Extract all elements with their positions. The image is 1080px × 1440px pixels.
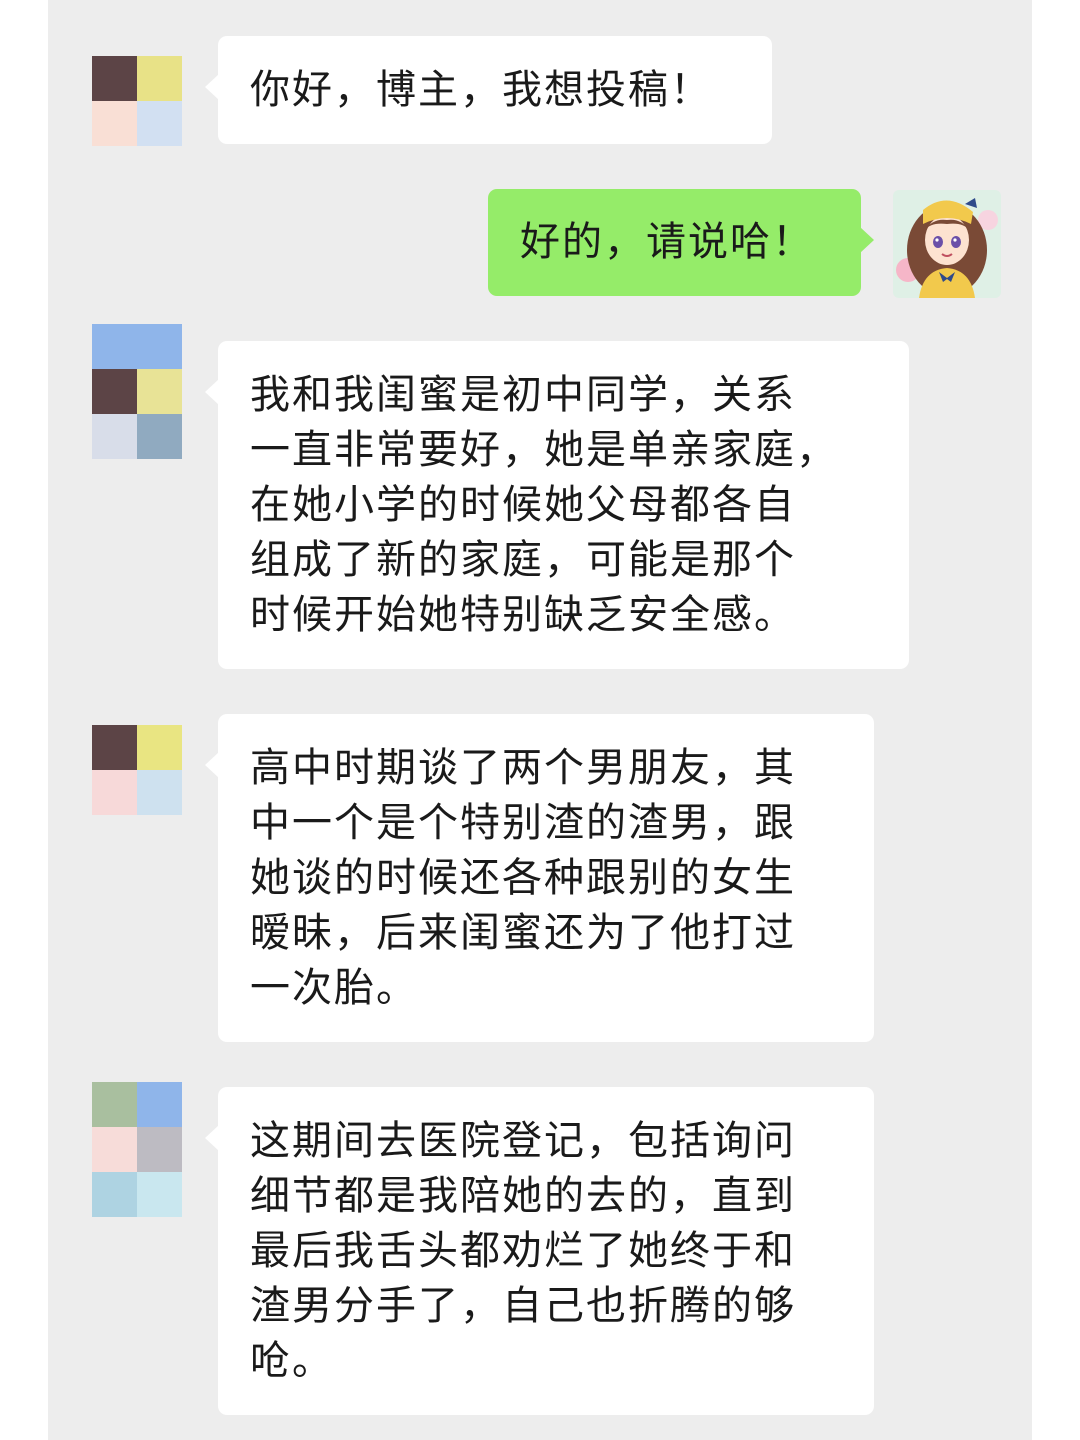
avatar-mosaic-tile — [92, 369, 137, 414]
incoming-message-bubble[interactable]: 我和我闺蜜是初中同学，关系 一直非常要好，她是单亲家庭， 在她小学的时候她父母都… — [205, 341, 909, 669]
message-text-line: 一次胎。 — [250, 965, 418, 1011]
message-text-line: 你好，博主，我想投稿！ — [250, 67, 712, 113]
incoming-message-bubble[interactable]: 高中时期谈了两个男朋友，其 中一个是个特别渣的渣男，跟 她谈的时候还各种跟别的女… — [205, 714, 874, 1042]
avatar-mosaic-tile — [92, 101, 137, 146]
avatar-mosaic-tile — [92, 1127, 137, 1172]
message-text-line: 暧昧，后来闺蜜还为了他打过 — [250, 910, 796, 956]
message-text-line: 好的，请说哈！ — [520, 219, 814, 265]
friend-avatar[interactable] — [92, 324, 182, 459]
message-text-line: 渣男分手了，自己也折腾的够 — [250, 1283, 796, 1329]
avatar-mosaic-tile — [92, 770, 137, 815]
avatar-mosaic-tile — [137, 725, 182, 770]
avatar-mosaic-tile — [92, 1172, 137, 1217]
message-text-line: 高中时期谈了两个男朋友，其 — [250, 745, 796, 791]
avatar-mosaic-tile — [137, 56, 182, 101]
chat-message-list[interactable]: 你好，博主，我想投稿！ 好的，请说哈！ 我和我闺蜜是初中同学，关系 一直非常要好… — [48, 0, 1032, 1440]
message-text-line: 最后我舌头都劝烂了她终于和 — [250, 1228, 796, 1274]
message-text-line: 时候开始她特别缺乏安全感。 — [250, 592, 796, 638]
avatar-mosaic-tile — [92, 56, 137, 101]
self-avatar[interactable] — [893, 190, 1001, 298]
message-text-line: 细节都是我陪她的去的，直到 — [250, 1173, 796, 1219]
avatar-mosaic-tile — [137, 1127, 182, 1172]
message-text-line: 组成了新的家庭，可能是那个 — [250, 537, 796, 583]
avatar-mosaic-tile — [137, 1082, 182, 1127]
avatar-mosaic-tile — [137, 770, 182, 815]
avatar-mosaic-tile — [137, 414, 182, 459]
message-text-line: 呛。 — [250, 1338, 334, 1384]
avatar-mosaic-tile — [137, 369, 182, 414]
avatar-mosaic-tile — [137, 1172, 182, 1217]
incoming-message-bubble[interactable]: 你好，博主，我想投稿！ — [205, 36, 772, 144]
incoming-message-bubble[interactable]: 这期间去医院登记，包括询问 细节都是我陪她的去的，直到 最后我舌头都劝烂了她终于… — [205, 1087, 874, 1415]
avatar-mosaic-tile — [92, 1082, 137, 1127]
avatar-mosaic-tile — [137, 101, 182, 146]
avatar-mosaic-tile — [92, 414, 137, 459]
friend-avatar[interactable] — [92, 56, 182, 146]
message-text-line: 这期间去医院登记，包括询问 — [250, 1118, 796, 1164]
avatar-mosaic-tile — [92, 324, 137, 369]
avatar-mosaic-tile — [137, 324, 182, 369]
message-text-line: 她谈的时候还各种跟别的女生 — [250, 855, 796, 901]
outgoing-message-bubble[interactable]: 好的，请说哈！ — [488, 189, 874, 296]
avatar-mosaic-tile — [92, 725, 137, 770]
message-text-line: 我和我闺蜜是初中同学，关系 — [250, 372, 796, 418]
message-text-line: 在她小学的时候她父母都各自 — [250, 482, 796, 528]
anime-girl-avatar-icon — [893, 190, 1001, 298]
message-text-line: 中一个是个特别渣的渣男，跟 — [250, 800, 796, 846]
message-text-line: 一直非常要好，她是单亲家庭， — [250, 427, 838, 473]
friend-avatar[interactable] — [92, 1082, 182, 1217]
friend-avatar[interactable] — [92, 725, 182, 815]
